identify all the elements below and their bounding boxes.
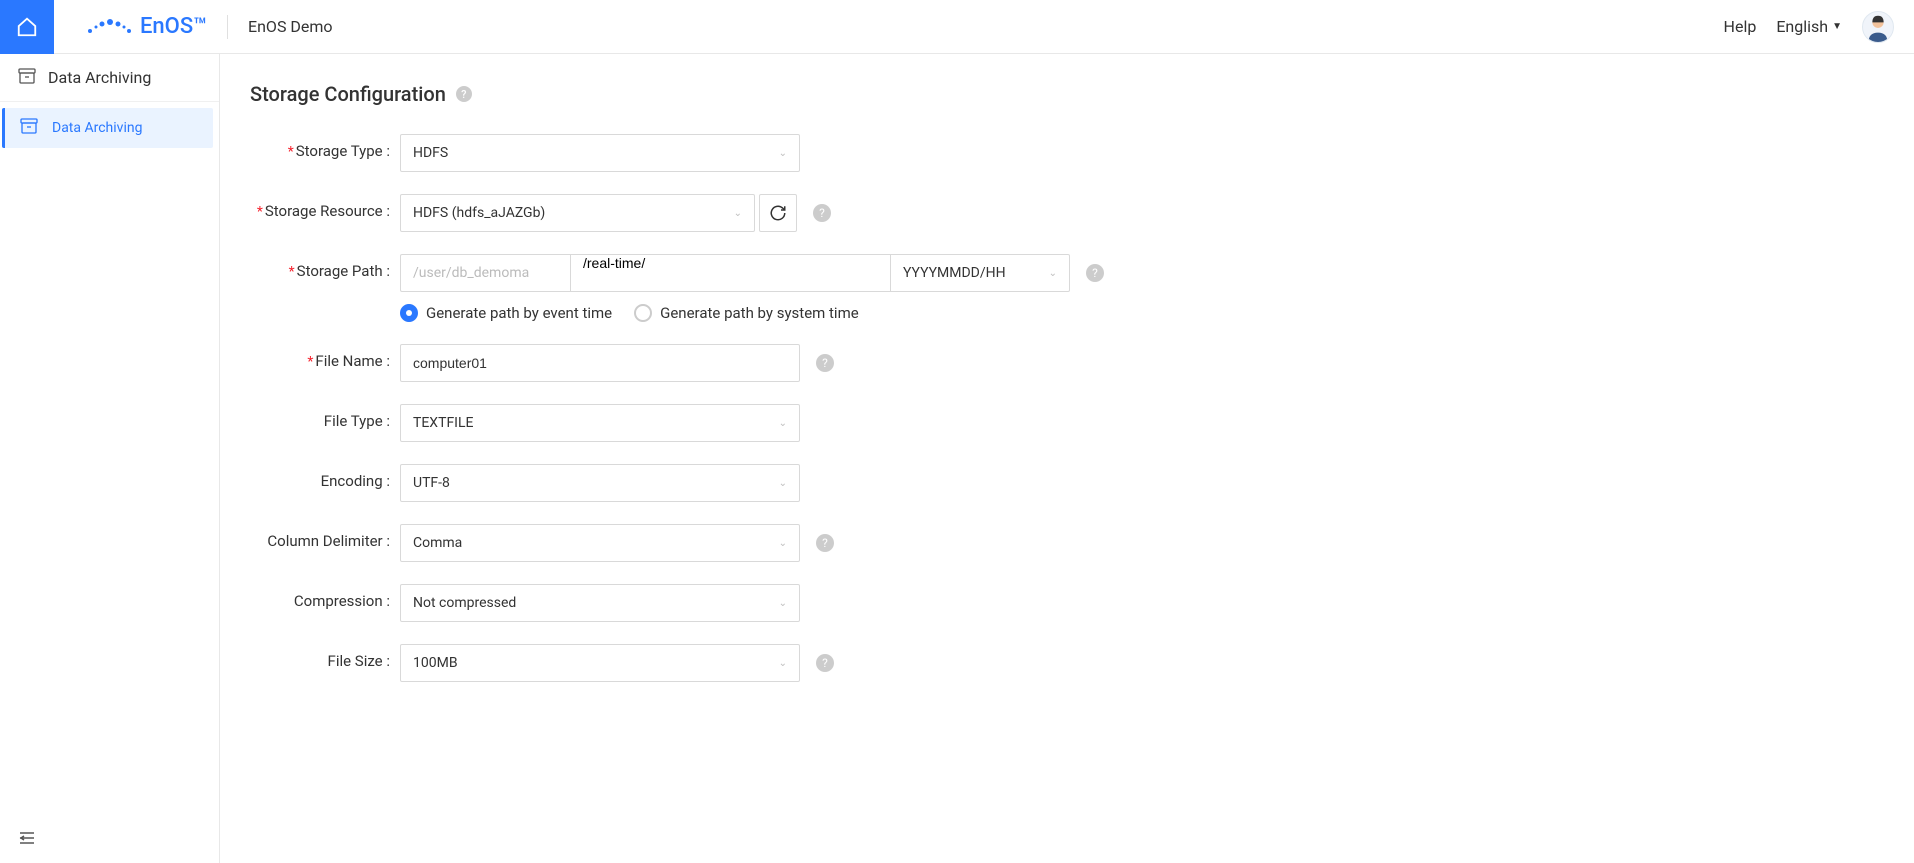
select-value: Not compressed bbox=[413, 595, 516, 611]
radio-event-time[interactable]: Generate path by event time bbox=[400, 304, 612, 322]
help-icon[interactable]: ? bbox=[816, 534, 834, 552]
select-value: YYYYMMDD/HH bbox=[903, 265, 1006, 281]
label-compression: Compression : bbox=[250, 584, 400, 610]
row-encoding: Encoding : UTF-8 ⌄ bbox=[250, 464, 1884, 502]
logo-dots-icon bbox=[84, 17, 132, 37]
sidebar-item-data-archiving[interactable]: Data Archiving bbox=[2, 108, 213, 148]
help-icon[interactable]: ? bbox=[456, 86, 472, 102]
path-prefix: /user/db_demoma bbox=[400, 254, 570, 292]
row-file-type: File Type : TEXTFILE ⌄ bbox=[250, 404, 1884, 442]
archive-icon bbox=[18, 68, 36, 88]
path-radio-group: Generate path by event time Generate pat… bbox=[400, 304, 1104, 322]
select-storage-resource[interactable]: HDFS (hdfs_aJAZGb) ⌄ bbox=[400, 194, 755, 232]
help-icon[interactable]: ? bbox=[1086, 264, 1104, 282]
chevron-down-icon: ⌄ bbox=[1049, 268, 1057, 279]
user-avatar[interactable] bbox=[1862, 11, 1894, 43]
row-compression: Compression : Not compressed ⌄ bbox=[250, 584, 1884, 622]
select-compression[interactable]: Not compressed ⌄ bbox=[400, 584, 800, 622]
chevron-down-icon: ⌄ bbox=[779, 538, 787, 549]
caret-down-icon: ▼ bbox=[1832, 21, 1842, 32]
chevron-down-icon: ⌄ bbox=[779, 598, 787, 609]
select-column-delimiter[interactable]: Comma ⌄ bbox=[400, 524, 800, 562]
select-file-size[interactable]: 100MB ⌄ bbox=[400, 644, 800, 682]
select-value: HDFS bbox=[413, 145, 448, 161]
help-icon[interactable]: ? bbox=[816, 354, 834, 372]
archive-icon bbox=[20, 118, 38, 138]
help-icon[interactable]: ? bbox=[816, 654, 834, 672]
home-icon bbox=[16, 16, 38, 38]
refresh-button[interactable] bbox=[759, 194, 797, 232]
language-selector[interactable]: English ▼ bbox=[1776, 17, 1842, 36]
sidebar: Data Archiving Data Archiving bbox=[0, 54, 220, 863]
radio-label: Generate path by system time bbox=[660, 304, 859, 322]
select-value: 100MB bbox=[413, 655, 458, 671]
label-encoding: Encoding : bbox=[250, 464, 400, 490]
label-file-size: File Size : bbox=[250, 644, 400, 670]
select-value: UTF-8 bbox=[413, 475, 450, 491]
refresh-icon bbox=[769, 204, 787, 222]
brand-logo[interactable]: EnOS™ bbox=[54, 14, 227, 39]
row-storage-path: *Storage Path : /user/db_demoma YYYYMMDD… bbox=[250, 254, 1884, 322]
select-encoding[interactable]: UTF-8 ⌄ bbox=[400, 464, 800, 502]
chevron-down-icon: ⌄ bbox=[779, 148, 787, 159]
path-input-wrapper bbox=[570, 254, 890, 292]
sidebar-item-label: Data Archiving bbox=[52, 120, 142, 136]
row-file-size: File Size : 100MB ⌄ ? bbox=[250, 644, 1884, 682]
select-value: TEXTFILE bbox=[413, 415, 473, 431]
radio-icon bbox=[634, 304, 652, 322]
section-title: Storage Configuration ? bbox=[250, 82, 1884, 106]
main-content: Storage Configuration ? *Storage Type : … bbox=[220, 54, 1914, 863]
top-bar: EnOS™ EnOS Demo Help English ▼ bbox=[0, 0, 1914, 54]
divider bbox=[227, 15, 228, 39]
sidebar-footer bbox=[0, 817, 219, 863]
row-storage-type: *Storage Type : HDFS ⌄ bbox=[250, 134, 1884, 172]
select-value: Comma bbox=[413, 535, 462, 551]
brand-name: EnOS™ bbox=[140, 14, 207, 39]
chevron-down-icon: ⌄ bbox=[779, 658, 787, 669]
org-name: EnOS Demo bbox=[248, 17, 333, 36]
label-storage-path: *Storage Path : bbox=[250, 254, 400, 280]
radio-icon bbox=[400, 304, 418, 322]
label-file-type: File Type : bbox=[250, 404, 400, 430]
label-storage-resource: *Storage Resource : bbox=[250, 194, 400, 220]
path-group: /user/db_demoma YYYYMMDD/HH ⌄ bbox=[400, 254, 1070, 292]
chevron-down-icon: ⌄ bbox=[779, 418, 787, 429]
row-file-name: *File Name : ? bbox=[250, 344, 1884, 382]
radio-label: Generate path by event time bbox=[426, 304, 612, 322]
label-column-delimiter: Column Delimiter : bbox=[250, 524, 400, 550]
chevron-down-icon: ⌄ bbox=[779, 478, 787, 489]
radio-system-time[interactable]: Generate path by system time bbox=[634, 304, 859, 322]
storage-path-input[interactable] bbox=[583, 255, 878, 271]
collapse-icon[interactable] bbox=[18, 833, 36, 849]
label-file-name: *File Name : bbox=[250, 344, 400, 370]
help-icon[interactable]: ? bbox=[813, 204, 831, 222]
avatar-icon bbox=[1863, 12, 1893, 42]
chevron-down-icon: ⌄ bbox=[734, 208, 742, 219]
sidebar-header: Data Archiving bbox=[0, 54, 219, 102]
label-storage-type: *Storage Type : bbox=[250, 134, 400, 160]
select-file-type[interactable]: TEXTFILE ⌄ bbox=[400, 404, 800, 442]
language-label: English bbox=[1776, 17, 1828, 36]
sidebar-title: Data Archiving bbox=[48, 68, 151, 87]
file-name-input-wrapper bbox=[400, 344, 800, 382]
select-storage-type[interactable]: HDFS ⌄ bbox=[400, 134, 800, 172]
select-path-pattern[interactable]: YYYYMMDD/HH ⌄ bbox=[890, 254, 1070, 292]
file-name-input[interactable] bbox=[413, 355, 787, 371]
row-column-delimiter: Column Delimiter : Comma ⌄ ? bbox=[250, 524, 1884, 562]
select-value: HDFS (hdfs_aJAZGb) bbox=[413, 205, 545, 221]
row-storage-resource: *Storage Resource : HDFS (hdfs_aJAZGb) ⌄… bbox=[250, 194, 1884, 232]
help-link[interactable]: Help bbox=[1724, 17, 1757, 36]
home-button[interactable] bbox=[0, 0, 54, 54]
